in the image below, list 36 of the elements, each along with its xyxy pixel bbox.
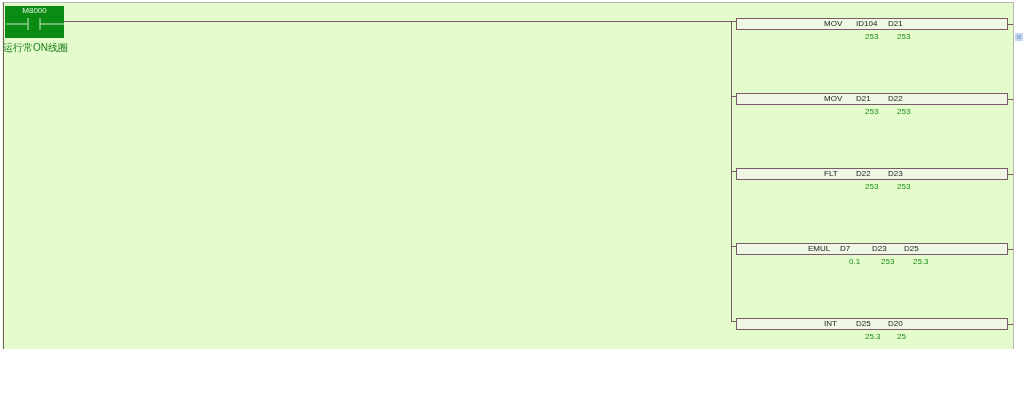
operand-value: 253 [880, 257, 896, 267]
instruction-operand: ID104 [856, 19, 879, 29]
wire [731, 96, 736, 97]
device-label: M8000 [22, 6, 47, 16]
contact-block[interactable]: M8000 [5, 6, 64, 38]
instruction-operand: EMUL [808, 244, 832, 254]
operand-value: 25 [896, 332, 907, 342]
instruction-operand: D23 [872, 244, 888, 254]
wire [731, 171, 736, 172]
operand-value: 253 [864, 32, 880, 42]
scroll-grip-icon [1015, 33, 1023, 41]
instruction-operand: INT [824, 319, 838, 329]
instruction-operand: D21 [856, 94, 872, 104]
instruction-operand: FLT [824, 169, 839, 179]
instruction-operand: D7 [840, 244, 852, 254]
instruction-operand: MOV [824, 94, 844, 104]
scrollbar[interactable] [1014, 30, 1024, 44]
wire [731, 321, 736, 322]
instruction-operand: MOV [824, 19, 844, 29]
instruction-operand: D22 [888, 94, 904, 104]
operand-value: 253 [896, 107, 912, 117]
contact-icon [5, 17, 64, 31]
operand-value: 0.1 [848, 257, 862, 267]
instruction-operand: D22 [856, 169, 872, 179]
instruction-operand: D21 [888, 19, 904, 29]
instruction-operand: D20 [888, 319, 904, 329]
operand-value: 253 [864, 182, 880, 192]
instruction-operand: D25 [856, 319, 872, 329]
operand-value: 253 [896, 32, 912, 42]
instruction-operand: D25 [904, 244, 920, 254]
operand-value: 253 [864, 107, 880, 117]
operand-value: 25.3 [912, 257, 930, 267]
instruction-operand: D23 [888, 169, 904, 179]
operand-value: 25.3 [864, 332, 882, 342]
wire [731, 246, 736, 247]
operand-value: 253 [896, 182, 912, 192]
